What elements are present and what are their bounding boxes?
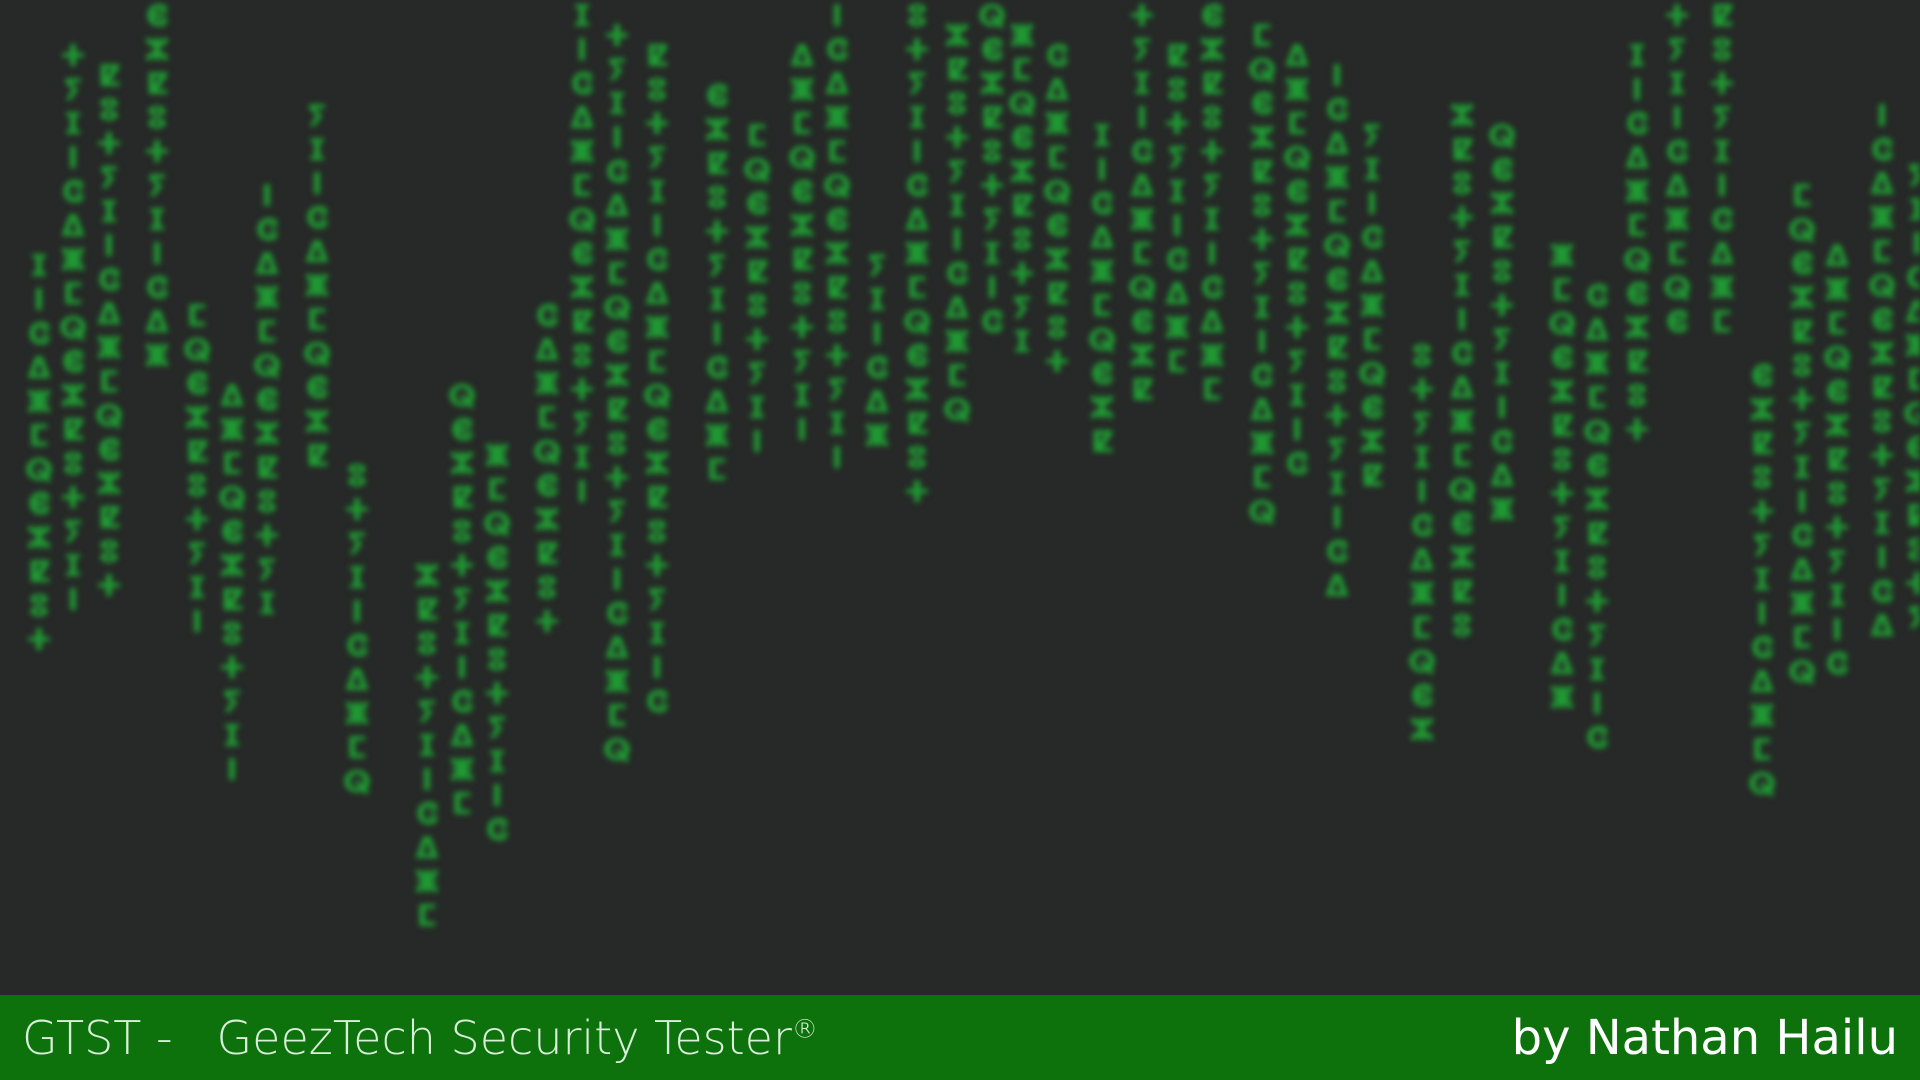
rain-column: ⵎ ⵕ ⵞ ⵣ ⵇ ⵓ ⵜ ⵢ ⵊ ⵏ [742, 119, 772, 460]
code-rain-background: ⵊ ⵏ ⵛ ⵠ ⵥ ⵎ ⵕ ⵞ ⵣ ⵇ ⵓ ⵜⵜ ⵢ ⵊ ⵏ ⵛ ⵠ ⵥ ⵎ ⵕ… [0, 0, 1920, 995]
rain-column: ⵕ ⵞ ⵣ ⵇ ⵓ ⵜ ⵢ ⵊ ⵏ ⵛ [977, 0, 1007, 340]
rain-column: ⵢ ⵊ ⵏ ⵛ ⵠ ⵥ ⵎ ⵕ ⵞ ⵣ ⵇ ⵓ ⵜ ⵢ [1902, 159, 1920, 636]
rain-column: ⵊ ⵏ ⵛ ⵠ ⵥ ⵎ ⵕ ⵞ ⵣ ⵇ ⵓ ⵜ ⵢ ⵊ ⵏ [567, 0, 597, 510]
rain-column: ⵇ ⵓ ⵜ ⵢ ⵊ ⵏ ⵛ ⵠ ⵥ ⵎ [1708, 0, 1736, 340]
rain-column: ⵣ ⵇ ⵓ ⵜ ⵢ ⵊ ⵏ ⵛ ⵠ ⵥ ⵎ ⵕ ⵞ ⵣ ⵇ ⵓ [1447, 99, 1477, 644]
rain-column: ⵏ ⵛ ⵠ ⵥ ⵎ ⵕ ⵞ ⵣ ⵇ ⵓ ⵜ ⵢ ⵊ ⵏ ⵛ ⵠ [1867, 99, 1897, 644]
rain-column: ⵢ ⵊ ⵏ ⵛ ⵠ ⵥ ⵎ ⵕ ⵞ ⵣ ⵇ [302, 99, 332, 474]
rain-column: ⵞ ⵣ ⵇ ⵓ ⵜ ⵢ ⵊ ⵏ ⵛ ⵠ ⵥ [143, 0, 171, 374]
rain-column: ⵜ ⵢ ⵊ ⵏ ⵛ ⵠ ⵥ ⵎ ⵕ ⵞ ⵣ ⵇ ⵓ ⵜ ⵢ ⵊ ⵏ [58, 39, 88, 618]
rain-column: ⵥ ⵎ ⵕ ⵞ ⵣ ⵇ ⵓ ⵜ ⵢ ⵊ ⵏ ⵛ [482, 439, 512, 848]
rain-column: ⵜ ⵢ ⵊ ⵏ ⵛ ⵠ ⵥ ⵎ ⵕ ⵞ ⵣ ⵇ ⵓ ⵜ ⵢ ⵊ ⵏ ⵛ ⵠ ⵥ … [602, 19, 632, 768]
rain-column: ⵏ ⵛ ⵠ ⵥ ⵎ ⵕ ⵞ ⵣ ⵇ ⵓ ⵜ ⵢ ⵊ ⵏ ⵛ ⵠ [1322, 59, 1352, 604]
rain-column: ⵛ ⵠ ⵥ ⵎ ⵕ ⵞ ⵣ ⵇ ⵓ ⵜ [1042, 39, 1072, 380]
rain-column: ⵢ ⵊ ⵏ ⵛ ⵠ ⵥ [864, 249, 890, 454]
rain-column: ⵓ ⵜ ⵢ ⵊ ⵏ ⵛ ⵠ ⵥ ⵎ ⵕ ⵞ ⵣ ⵇ ⵓ ⵜ [902, 0, 932, 510]
rain-column: ⵞ ⵣ ⵇ ⵓ ⵜ ⵢ ⵊ ⵏ ⵛ ⵠ ⵥ ⵎ ⵕ [1747, 359, 1777, 802]
rain-column: ⵇ ⵓ ⵜ ⵢ ⵊ ⵏ ⵛ ⵠ ⵥ ⵎ ⵕ ⵞ ⵣ ⵇ ⵓ ⵜ [94, 59, 124, 604]
product-name: GeezTech Security Tester [216, 1010, 792, 1065]
rain-column: ⵜ ⵢ ⵊ ⵏ ⵛ ⵠ ⵥ ⵎ ⵕ ⵞ [1662, 0, 1692, 340]
rain-column: ⵇ ⵓ ⵜ ⵢ ⵊ ⵏ ⵛ ⵠ ⵥ ⵎ ⵕ ⵞ ⵣ ⵇ ⵓ ⵜ ⵢ ⵊ ⵏ ⵛ [642, 39, 672, 720]
rain-column: ⵢ ⵊ ⵏ ⵛ ⵠ ⵥ ⵎ ⵕ ⵞ ⵣ ⵇ [1357, 119, 1387, 494]
rain-column: ⵣ ⵇ ⵓ ⵜ ⵢ ⵊ ⵏ ⵛ ⵠ ⵥ ⵎ [413, 559, 441, 934]
footer-bar: GTST - GeezTech Security Tester® by Nath… [0, 995, 1920, 1080]
rain-column: ⵠ ⵥ ⵎ ⵕ ⵞ ⵣ ⵇ ⵓ ⵜ ⵢ ⵊ ⵏ ⵛ [1822, 239, 1852, 682]
rain-column: ⵕ ⵞ ⵣ ⵇ ⵓ ⵜ ⵢ ⵊ ⵏ ⵛ ⵠ ⵥ [1487, 119, 1517, 528]
rain-column: ⵎ ⵕ ⵞ ⵣ ⵇ ⵓ ⵜ ⵢ ⵊ ⵏ ⵛ ⵠ ⵥ ⵎ ⵕ [1787, 179, 1817, 690]
rain-column: ⵓ ⵜ ⵢ ⵊ ⵏ ⵛ ⵠ ⵥ ⵎ ⵕ [342, 459, 372, 800]
author-credit: by Nathan Hailu [1511, 1009, 1898, 1066]
rain-column: ⵣ ⵇ ⵓ ⵜ ⵢ ⵊ ⵏ ⵛ ⵠ ⵥ ⵎ ⵕ [942, 19, 972, 428]
rain-column: ⵊ ⵏ ⵛ ⵠ ⵥ ⵎ ⵕ ⵞ ⵣ ⵇ [1087, 119, 1117, 460]
rain-column: ⵠ ⵥ ⵎ ⵕ ⵞ ⵣ ⵇ ⵓ ⵜ ⵢ ⵊ ⵏ [787, 39, 817, 448]
rain-column: ⵏ ⵛ ⵠ ⵥ ⵎ ⵕ ⵞ ⵣ ⵇ ⵓ ⵜ ⵢ ⵊ ⵏ [822, 0, 852, 476]
rain-column: ⵕ ⵞ ⵣ ⵇ ⵓ ⵜ ⵢ ⵊ ⵏ ⵛ ⵠ ⵥ ⵎ [447, 379, 477, 822]
rain-column: ⵊ ⵏ ⵛ ⵠ ⵥ ⵎ ⵕ ⵞ ⵣ ⵇ ⵓ ⵜ [1622, 39, 1652, 448]
rain-column: ⵎ ⵕ ⵞ ⵣ ⵇ ⵓ ⵜ ⵢ ⵊ ⵏ ⵛ ⵠ ⵥ ⵎ ⵕ [1247, 19, 1277, 530]
app-window: ⵊ ⵏ ⵛ ⵠ ⵥ ⵎ ⵕ ⵞ ⵣ ⵇ ⵓ ⵜⵜ ⵢ ⵊ ⵏ ⵛ ⵠ ⵥ ⵎ ⵕ… [0, 0, 1920, 1080]
rain-column: ⵊ ⵏ ⵛ ⵠ ⵥ ⵎ ⵕ ⵞ ⵣ ⵇ ⵓ ⵜ [24, 249, 54, 658]
rain-column: ⵛ ⵠ ⵥ ⵎ ⵕ ⵞ ⵣ ⵇ ⵓ ⵜ [532, 299, 562, 640]
product-title: GTST - GeezTech Security Tester® [22, 1011, 818, 1065]
rain-column: ⵓ ⵜ ⵢ ⵊ ⵏ ⵛ ⵠ ⵥ ⵎ ⵕ ⵞ ⵣ [1407, 339, 1437, 748]
rain-column: ⵠ ⵥ ⵎ ⵕ ⵞ ⵣ ⵇ ⵓ ⵜ ⵢ ⵊ ⵏ ⵛ [1282, 39, 1312, 482]
trademark-symbol: ® [791, 1014, 818, 1045]
rain-column: ⵥ ⵎ ⵕ ⵞ ⵣ ⵇ ⵓ ⵜ ⵢ ⵊ [1007, 19, 1037, 360]
rain-column: ⵞ ⵣ ⵇ ⵓ ⵜ ⵢ ⵊ ⵏ ⵛ ⵠ ⵥ ⵎ [1198, 0, 1226, 408]
rain-column: ⵜ ⵢ ⵊ ⵏ ⵛ ⵠ ⵥ ⵎ ⵕ ⵞ ⵣ ⵇ [1127, 0, 1157, 408]
rain-column: ⵞ ⵣ ⵇ ⵓ ⵜ ⵢ ⵊ ⵏ ⵛ ⵠ ⵥ ⵎ [703, 79, 731, 488]
rain-column: ⵏ ⵛ ⵠ ⵥ ⵎ ⵕ ⵞ ⵣ ⵇ ⵓ ⵜ ⵢ ⵊ [252, 179, 282, 622]
rain-column: ⵎ ⵕ ⵞ ⵣ ⵇ ⵓ ⵜ ⵢ ⵊ ⵏ [182, 299, 212, 640]
rain-column: ⵛ ⵠ ⵥ ⵎ ⵕ ⵞ ⵣ ⵇ ⵓ ⵜ ⵢ ⵊ ⵏ ⵛ [1582, 279, 1612, 756]
product-code: GTST - [22, 1010, 173, 1065]
rain-column: ⵠ ⵥ ⵎ ⵕ ⵞ ⵣ ⵇ ⵓ ⵜ ⵢ ⵊ ⵏ [217, 379, 247, 788]
rain-column: ⵇ ⵓ ⵜ ⵢ ⵊ ⵏ ⵛ ⵠ ⵥ ⵎ [1163, 39, 1191, 380]
rain-column: ⵥ ⵎ ⵕ ⵞ ⵣ ⵇ ⵓ ⵜ ⵢ ⵊ ⵏ ⵛ ⵠ ⵥ [1547, 239, 1577, 716]
